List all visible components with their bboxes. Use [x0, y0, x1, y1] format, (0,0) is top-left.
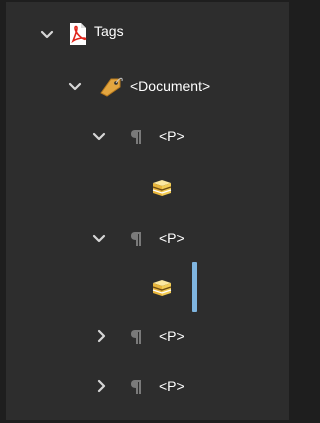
- tree-row-content[interactable]: [6, 274, 289, 302]
- tree-row-document[interactable]: <Document>: [6, 72, 289, 100]
- tree-label-paragraph: <P>: [159, 230, 185, 246]
- chevron-down-icon[interactable]: [68, 72, 82, 100]
- paragraph-icon: [130, 231, 142, 252]
- tree-row-paragraph[interactable]: <P>: [6, 372, 289, 400]
- chevron-right-icon[interactable]: [95, 322, 109, 350]
- tags-panel: Tags <Document> <P> <P> <P> <P>: [6, 2, 289, 420]
- chevron-down-icon[interactable]: [92, 224, 106, 252]
- tree-label-paragraph: <P>: [159, 328, 185, 344]
- tree-row-content[interactable]: [6, 174, 289, 202]
- tree-row-paragraph[interactable]: <P>: [6, 122, 289, 150]
- tree-row-tags[interactable]: Tags: [6, 20, 289, 48]
- tag-icon: [98, 75, 124, 102]
- selection-indicator: [192, 262, 197, 312]
- paragraph-icon: [130, 129, 142, 150]
- tree-label-document: <Document>: [130, 78, 211, 94]
- tree-label-paragraph: <P>: [159, 128, 185, 144]
- tree-label-tags: Tags: [94, 23, 124, 39]
- chevron-down-icon[interactable]: [40, 20, 54, 48]
- tree-row-paragraph[interactable]: <P>: [6, 224, 289, 252]
- paragraph-icon: [130, 379, 142, 400]
- tree-row-paragraph[interactable]: <P>: [6, 322, 289, 350]
- paragraph-icon: [130, 329, 142, 350]
- chevron-down-icon[interactable]: [92, 122, 106, 150]
- content-box-icon: [151, 278, 173, 303]
- tree-label-paragraph: <P>: [159, 378, 185, 394]
- pdf-tags-icon: [68, 22, 88, 51]
- chevron-right-icon[interactable]: [95, 372, 109, 400]
- content-box-icon: [151, 178, 173, 203]
